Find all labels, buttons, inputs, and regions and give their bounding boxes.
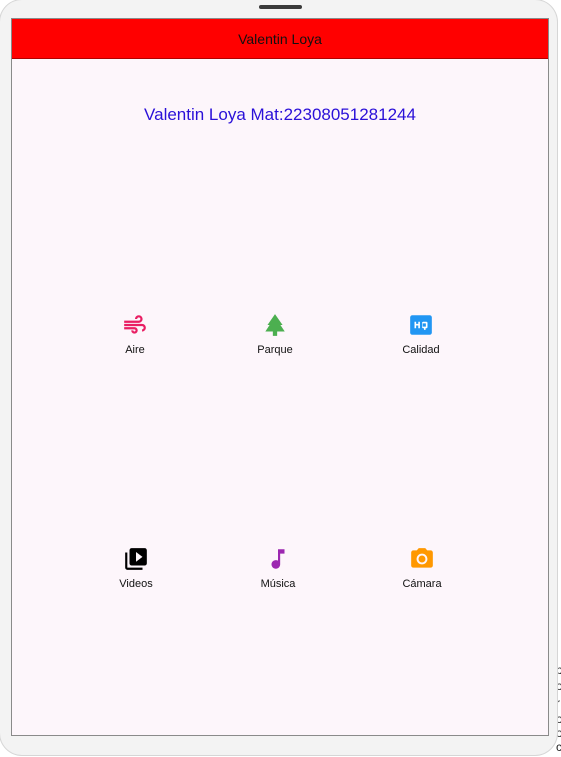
- air-icon: [122, 312, 148, 338]
- music-note-icon: [265, 546, 291, 572]
- video-library-icon: [123, 546, 149, 572]
- grid-item-label: Aire: [125, 344, 145, 356]
- grid-item-label: Calidad: [402, 344, 440, 356]
- grid-item-label: Cámara: [402, 578, 442, 590]
- grid-item-label: Música: [260, 578, 296, 590]
- background-text-fragment: c: [556, 740, 561, 754]
- park-icon: [262, 312, 288, 338]
- grid-item-camara[interactable]: Cámara: [372, 546, 472, 590]
- student-headline: Valentin Loya Mat:22308051281244: [144, 105, 416, 124]
- app-bar-title: Valentin Loya: [238, 30, 322, 47]
- grid-item-videos[interactable]: Videos: [86, 546, 186, 590]
- hq-icon: [408, 312, 434, 338]
- grid-item-musica[interactable]: Música: [228, 546, 328, 590]
- grid-item-aire[interactable]: Aire: [85, 312, 185, 356]
- tablet-frame: Valentin Loya Valentin Loya Mat:22308051…: [0, 0, 557, 755]
- app-screen: Valentin Loya Valentin Loya Mat:22308051…: [11, 18, 549, 736]
- device-notch: [259, 5, 302, 9]
- grid-item-label: Videos: [119, 578, 153, 590]
- grid-item-label: Parque: [257, 344, 293, 356]
- app-bar: Valentin Loya: [12, 19, 548, 59]
- camera-icon: [409, 546, 435, 572]
- grid-item-parque[interactable]: Parque: [225, 312, 325, 356]
- grid-item-calidad[interactable]: Calidad: [371, 312, 471, 356]
